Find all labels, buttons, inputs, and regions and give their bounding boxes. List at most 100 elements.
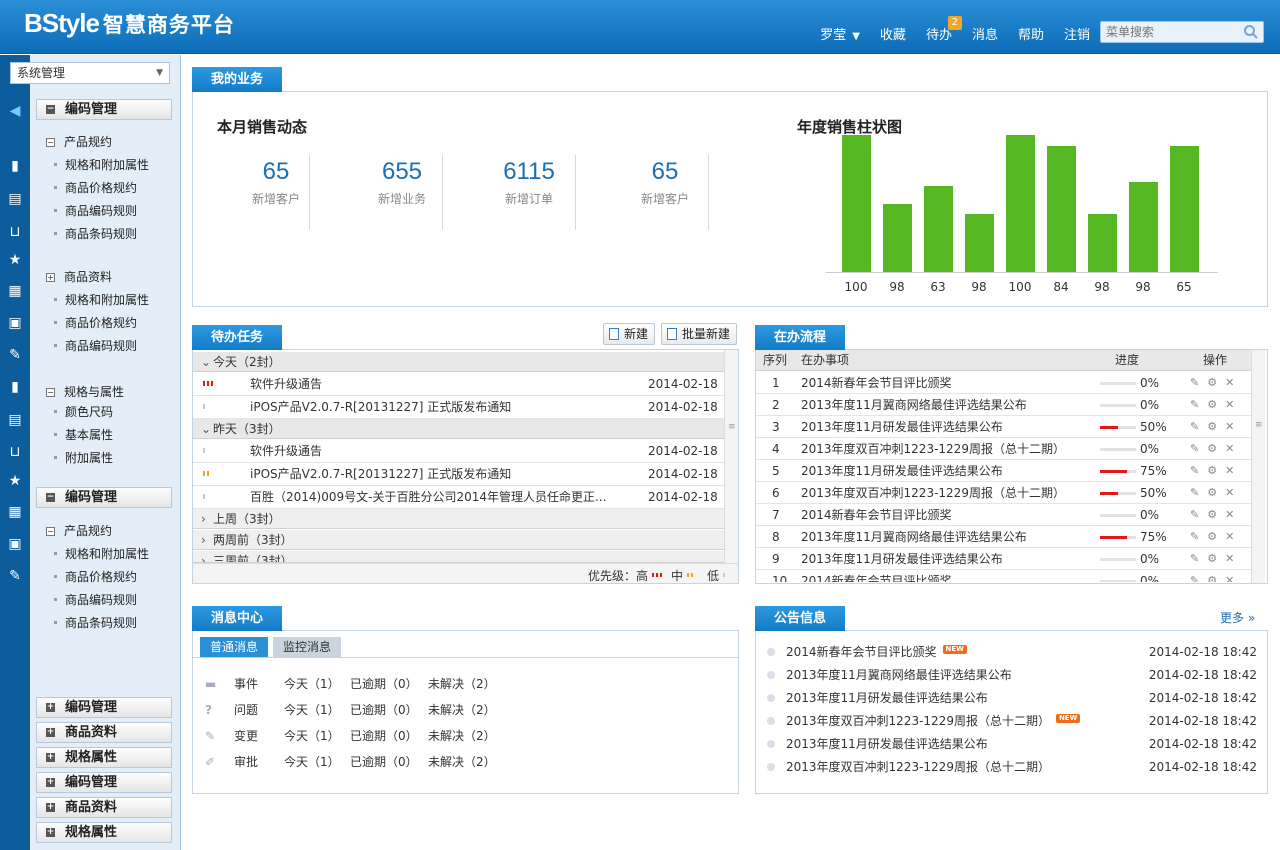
notice-item[interactable]: 2013年度11月翼商网络最佳评选结果公布 2014-02-18 18:42	[767, 665, 1257, 685]
tree-node[interactable]: − 规格与属性	[46, 383, 124, 400]
close-icon[interactable]: ✕	[1225, 530, 1242, 543]
tree-leaf[interactable]: 颜色尺码	[54, 403, 113, 420]
nav-messages[interactable]: 消息	[972, 24, 998, 43]
gear-icon[interactable]: ⚙	[1207, 508, 1225, 521]
tree-leaf[interactable]: 商品编码规则	[54, 591, 137, 608]
scrollbar[interactable]: ≡	[1251, 350, 1265, 583]
tree-leaf[interactable]: 商品价格规约	[54, 568, 137, 585]
edit-icon[interactable]: ✎	[1190, 508, 1207, 521]
flow-row[interactable]: 3 2013年度11月研发最佳评选结果公布 50% ✎⚙✕	[756, 416, 1251, 438]
sidebar-category[interactable]: + 规格属性	[36, 822, 172, 843]
gear-icon[interactable]: ⚙	[1207, 574, 1225, 582]
edit-icon[interactable]: ✎	[1190, 530, 1207, 543]
message-overdue[interactable]: 已逾期（0）	[350, 700, 418, 720]
collapse-icon[interactable]: ◀	[6, 102, 24, 120]
message-row[interactable]: ? 问题 今天（1） 已逾期（0） 未解决（2）	[205, 700, 505, 720]
chart-icon[interactable]: ▮	[6, 378, 24, 396]
notice-title[interactable]: 2014新春年会节目评比颁奖 NEW	[786, 642, 967, 662]
notice-item[interactable]: 2014新春年会节目评比颁奖 NEW 2014-02-18 18:42	[767, 642, 1257, 662]
notice-item[interactable]: 2013年度11月研发最佳评选结果公布 2014-02-18 18:42	[767, 688, 1257, 708]
tree-leaf[interactable]: 商品编码规则	[54, 202, 137, 219]
tree-leaf[interactable]: 附加属性	[54, 449, 113, 466]
close-icon[interactable]: ✕	[1225, 486, 1242, 499]
close-icon[interactable]: ✕	[1225, 420, 1242, 433]
nav-todo[interactable]: 待办 2	[926, 16, 962, 43]
close-icon[interactable]: ✕	[1225, 574, 1242, 582]
image-icon[interactable]: ▣	[6, 535, 24, 553]
edit-icon[interactable]: ✎	[1190, 420, 1207, 433]
message-overdue[interactable]: 已逾期（0）	[350, 726, 418, 746]
message-unsolved[interactable]: 未解决（2）	[428, 752, 496, 772]
message-row[interactable]: ✐ 审批 今天（1） 已逾期（0） 未解决（2）	[205, 752, 505, 772]
tab-messages[interactable]: 消息中心	[192, 606, 282, 631]
more-link[interactable]: 更多 »	[1220, 609, 1255, 626]
tab-notices[interactable]: 公告信息	[755, 606, 845, 631]
list-icon[interactable]: ▦	[6, 282, 24, 300]
close-icon[interactable]: ✕	[1225, 508, 1242, 521]
task-row[interactable]: 百胜（2014)009号文-关于百胜分公司2014年管理人员任命更正... 201…	[193, 486, 724, 509]
message-today[interactable]: 今天（1）	[284, 700, 340, 720]
sidebar-category[interactable]: + 商品资料	[36, 722, 172, 743]
tree-leaf[interactable]: 基本属性	[54, 426, 113, 443]
list-icon[interactable]: ▦	[6, 503, 24, 521]
scrollbar[interactable]: ≡	[724, 350, 738, 564]
wrench-icon[interactable]: ✎	[6, 567, 24, 585]
flow-row[interactable]: 6 2013年度双百冲刺1223-1229周报（总十二期） 50% ✎⚙✕	[756, 482, 1251, 504]
sidebar-category[interactable]: + 规格属性	[36, 747, 172, 768]
message-today[interactable]: 今天（1）	[284, 752, 340, 772]
nav-logout[interactable]: 注销	[1064, 24, 1090, 43]
tree-leaf[interactable]: 规格和附加属性	[54, 156, 149, 173]
edit-icon[interactable]: ✎	[1190, 464, 1207, 477]
message-overdue[interactable]: 已逾期（0）	[350, 752, 418, 772]
logo[interactable]: BStyle 智慧商务平台	[24, 8, 235, 39]
tree-node[interactable]: + 商品资料	[46, 268, 112, 285]
search-icon[interactable]	[1243, 24, 1259, 40]
gear-icon[interactable]: ⚙	[1207, 398, 1225, 411]
star-icon[interactable]: ★	[6, 472, 24, 490]
task-group[interactable]: ⌄ 昨天（3封）	[193, 419, 724, 439]
notice-title[interactable]: 2013年度11月研发最佳评选结果公布	[786, 688, 988, 708]
flow-row[interactable]: 10 2014新春年会节目评比颁奖 0% ✎⚙✕	[756, 570, 1251, 582]
edit-icon[interactable]: ✎	[1190, 552, 1207, 565]
gear-icon[interactable]: ⚙	[1207, 552, 1225, 565]
task-group-collapsed[interactable]: › 两周前（3封）	[193, 530, 724, 550]
notice-item[interactable]: 2013年度双百冲刺1223-1229周报（总十二期） 2014-02-18 18…	[767, 757, 1257, 777]
gear-icon[interactable]: ⚙	[1207, 442, 1225, 455]
tree-leaf[interactable]: 商品价格规约	[54, 314, 137, 331]
subtab-monitor[interactable]: 监控消息	[273, 637, 341, 657]
tab-my-business[interactable]: 我的业务	[192, 67, 282, 92]
tree-leaf[interactable]: 商品编码规则	[54, 337, 137, 354]
notice-title[interactable]: 2013年度双百冲刺1223-1229周报（总十二期）	[786, 757, 1050, 777]
close-icon[interactable]: ✕	[1225, 398, 1242, 411]
sidebar-category[interactable]: − 编码管理	[36, 99, 172, 120]
edit-icon[interactable]: ✎	[1190, 486, 1207, 499]
search-input[interactable]	[1101, 22, 1237, 42]
tree-leaf[interactable]: 商品条码规则	[54, 614, 137, 631]
task-group-collapsed[interactable]: › 三周前（3封）	[193, 551, 724, 563]
basket-icon[interactable]: ⊔	[6, 443, 24, 461]
sidebar-category[interactable]: + 商品资料	[36, 797, 172, 818]
sidebar-category[interactable]: + 编码管理	[36, 772, 172, 793]
task-row[interactable]: iPOS产品V2.0.7-R[20131227] 正式版发布通知 2014-02-…	[193, 463, 724, 486]
flow-row[interactable]: 4 2013年度双百冲刺1223-1229周报（总十二期） 0% ✎⚙✕	[756, 438, 1251, 460]
nav-favorites[interactable]: 收藏	[880, 24, 906, 43]
message-row[interactable]: ▬ 事件 今天（1） 已逾期（0） 未解决（2）	[205, 674, 505, 694]
close-icon[interactable]: ✕	[1225, 442, 1242, 455]
flow-row[interactable]: 2 2013年度11月翼商网络最佳评选结果公布 0% ✎⚙✕	[756, 394, 1251, 416]
notice-item[interactable]: 2013年度11月研发最佳评选结果公布 2014-02-18 18:42	[767, 734, 1257, 754]
message-overdue[interactable]: 已逾期（0）	[350, 674, 418, 694]
edit-icon[interactable]: ✎	[1190, 398, 1207, 411]
server-icon[interactable]: ▤	[6, 190, 24, 208]
gear-icon[interactable]: ⚙	[1207, 420, 1225, 433]
tree-leaf[interactable]: 规格和附加属性	[54, 545, 149, 562]
notice-title[interactable]: 2013年度双百冲刺1223-1229周报（总十二期） NEW	[786, 711, 1081, 731]
close-icon[interactable]: ✕	[1225, 376, 1242, 389]
batch-new-button[interactable]: 批量新建	[661, 323, 738, 345]
task-row[interactable]: 软件升级通告 2014-02-18	[193, 373, 724, 396]
sidebar-category[interactable]: − 编码管理	[36, 487, 172, 508]
edit-icon[interactable]: ✎	[1190, 574, 1207, 582]
system-select[interactable]: 系统管理 ▼	[10, 62, 170, 84]
edit-icon[interactable]: ✎	[1190, 376, 1207, 389]
message-unsolved[interactable]: 未解决（2）	[428, 726, 496, 746]
star-icon[interactable]: ★	[6, 251, 24, 269]
